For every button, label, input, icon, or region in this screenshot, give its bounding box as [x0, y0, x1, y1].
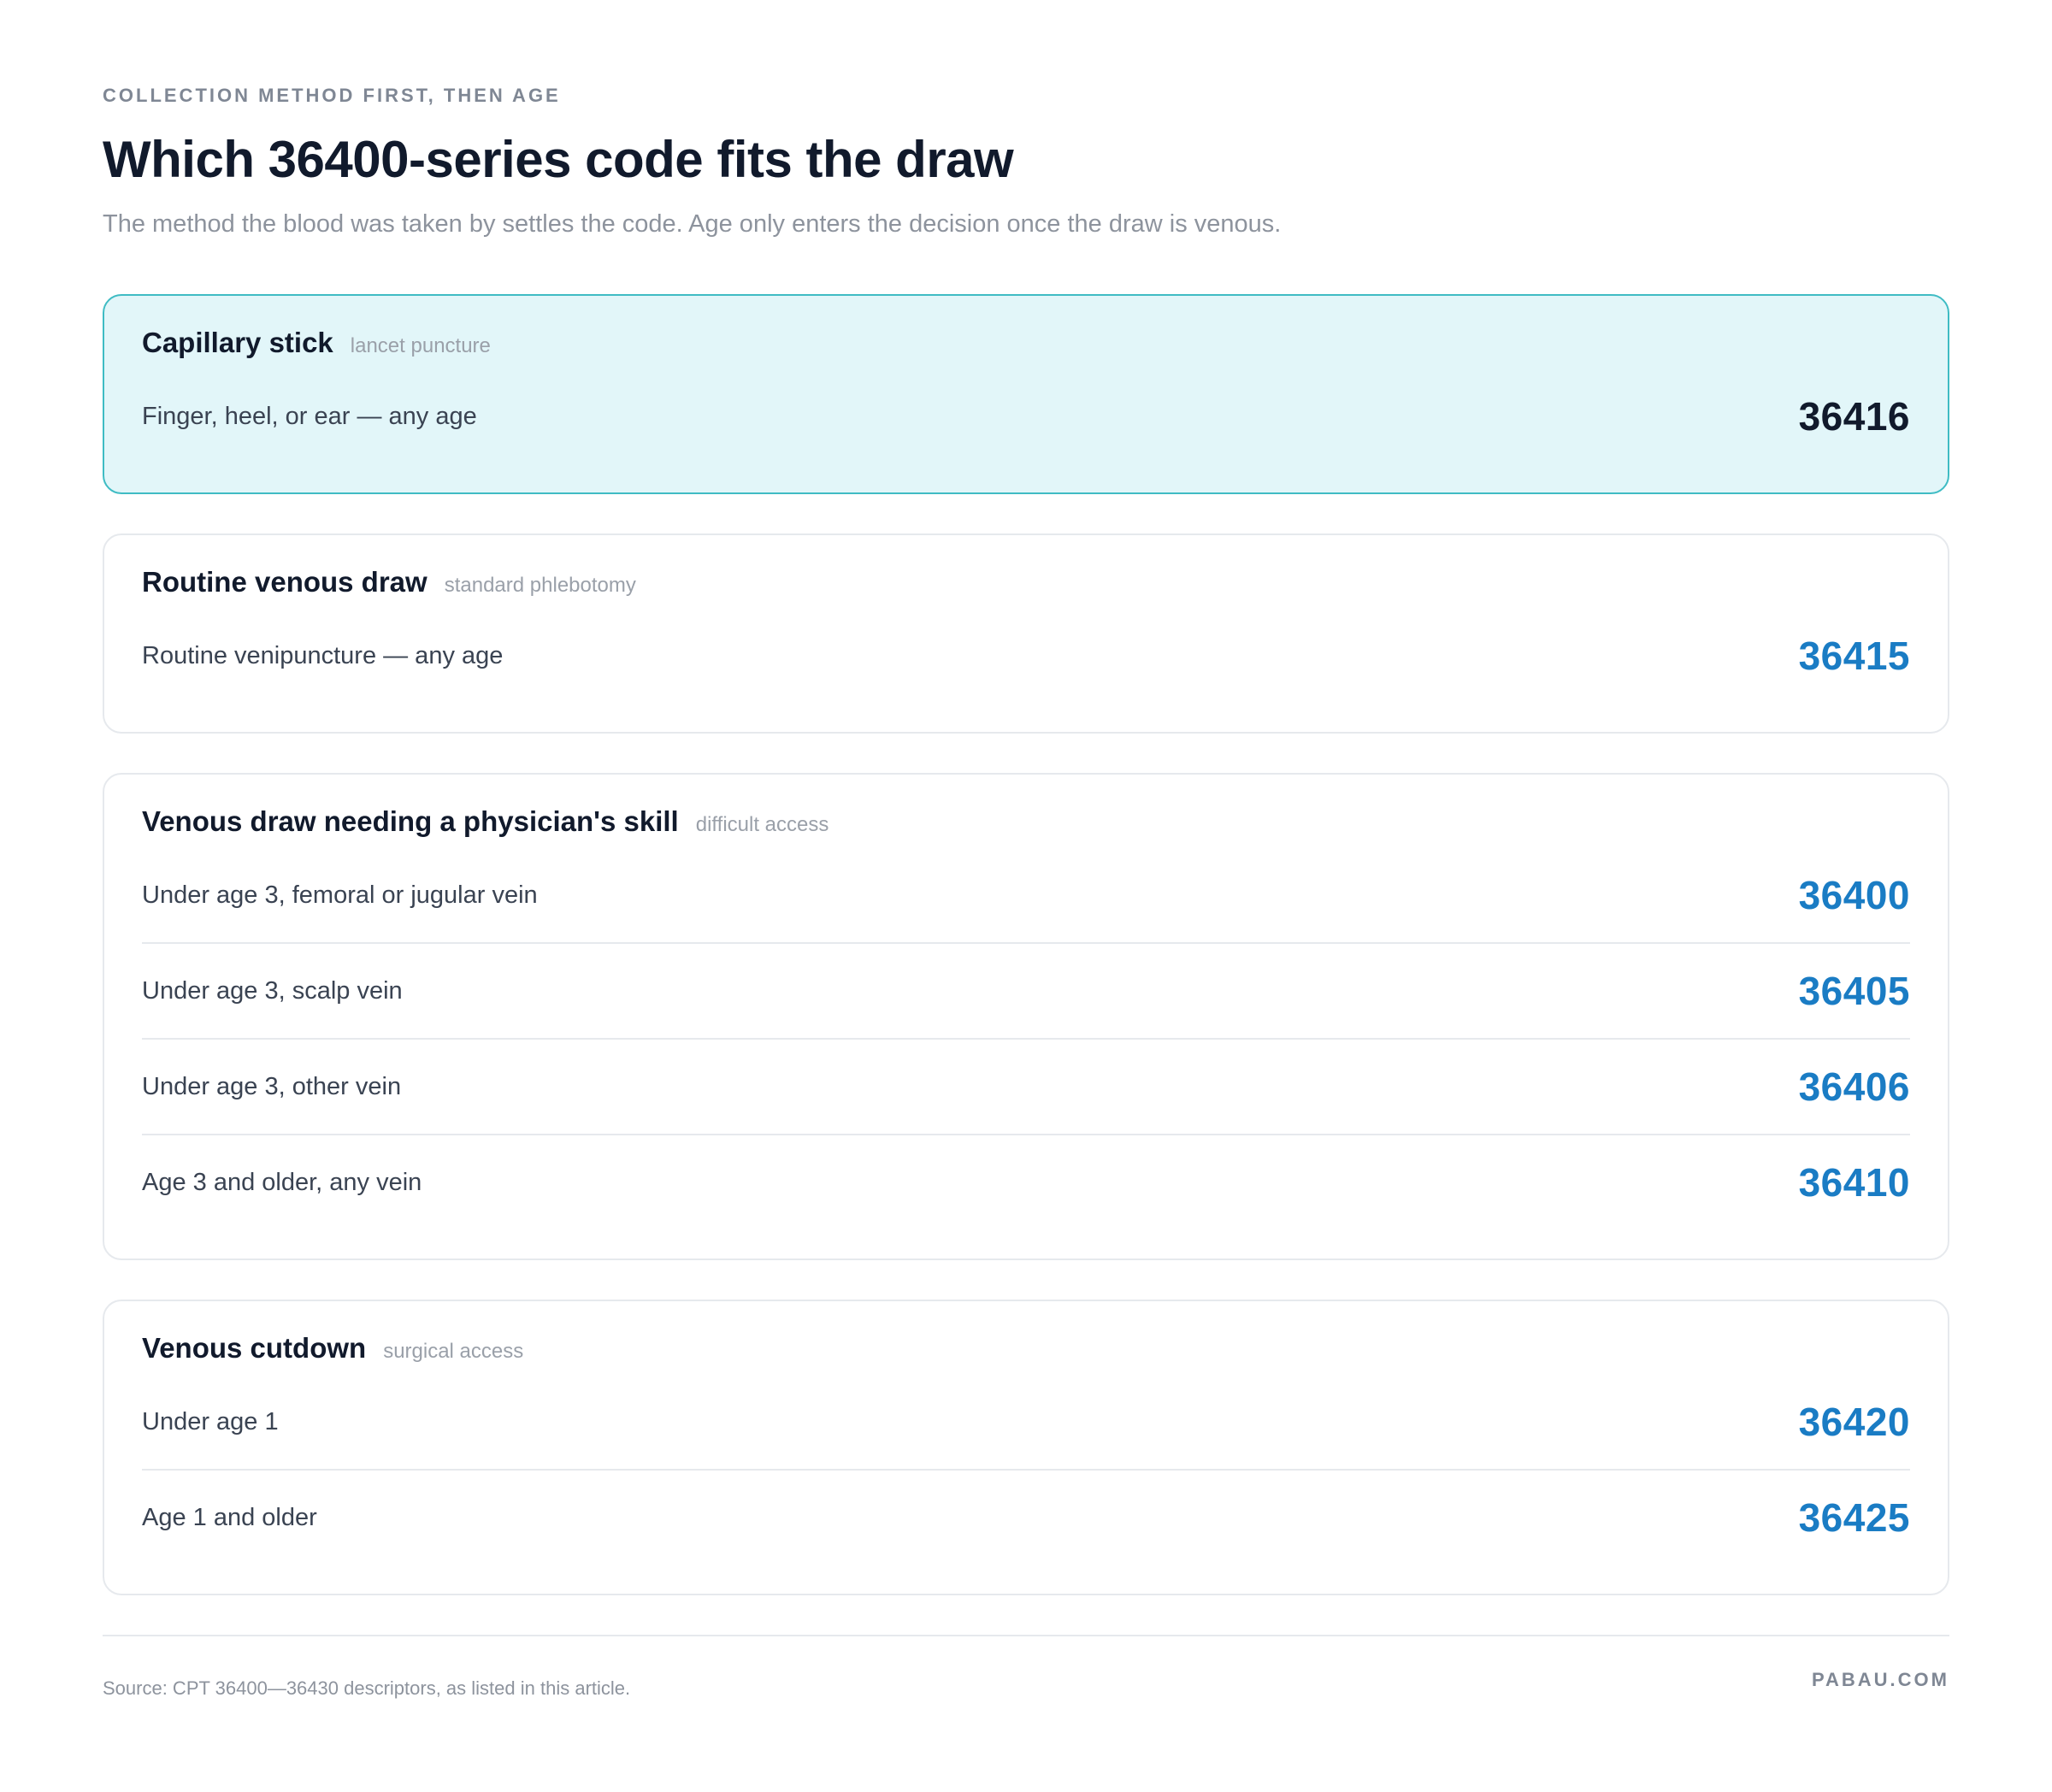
card-header: Capillary stick lancet puncture: [142, 327, 1910, 369]
card-header: Venous cutdown surgical access: [142, 1332, 1910, 1375]
card-tag: lancet puncture: [350, 334, 491, 357]
card-capillary-stick: Capillary stick lancet puncture Finger, …: [103, 294, 1949, 494]
cpt-code: 36406: [1798, 1064, 1910, 1109]
card-title: Capillary stick: [142, 327, 333, 358]
card-tag: standard phlebotomy: [444, 574, 636, 597]
row-label: Under age 1: [142, 1407, 279, 1435]
row-label: Age 3 and older, any vein: [142, 1168, 422, 1196]
cpt-code: 36405: [1798, 969, 1910, 1013]
code-row: Routine venipuncture — any age 36415: [142, 609, 1910, 703]
row-label: Under age 3, scalp vein: [142, 976, 403, 1005]
row-label: Finger, heel, or ear — any age: [142, 402, 477, 430]
code-row: Under age 3, other vein 36406: [142, 1040, 1910, 1135]
cpt-code: 36416: [1798, 394, 1910, 439]
row-label: Under age 3, other vein: [142, 1072, 402, 1100]
cpt-code: 36410: [1798, 1160, 1910, 1205]
code-row: Under age 3, femoral or jugular vein 364…: [142, 848, 1910, 944]
code-row: Age 1 and older 36425: [142, 1471, 1910, 1565]
cpt-code: 36400: [1798, 873, 1910, 917]
row-label: Age 1 and older: [142, 1503, 317, 1531]
card-routine-venous-draw: Routine venous draw standard phlebotomy …: [103, 533, 1949, 734]
page-subtitle: The method the blood was taken by settle…: [103, 210, 1282, 238]
card-header: Routine venous draw standard phlebotomy: [142, 566, 1910, 609]
brand-mark: PABAU.COM: [1811, 1669, 1949, 1690]
cpt-code: 36415: [1798, 634, 1910, 678]
card-title: Routine venous draw: [142, 566, 428, 598]
code-row: Under age 3, scalp vein 36405: [142, 944, 1910, 1040]
code-row: Age 3 and older, any vein 36410: [142, 1135, 1910, 1229]
row-label: Routine venipuncture — any age: [142, 641, 504, 669]
page-title: Which 36400-series code fits the draw: [103, 131, 1014, 188]
footer: Source: CPT 36400—36430 descriptors, as …: [103, 1635, 1949, 1722]
code-row: Finger, heel, or ear — any age 36416: [142, 369, 1910, 463]
card-tag: surgical access: [383, 1340, 524, 1363]
cpt-code: 36425: [1798, 1495, 1910, 1540]
cpt-code: 36420: [1798, 1400, 1910, 1444]
page: COLLECTION METHOD FIRST, THEN AGE Which …: [0, 0, 2052, 1792]
code-row: Under age 1 36420: [142, 1375, 1910, 1471]
eyebrow: COLLECTION METHOD FIRST, THEN AGE: [103, 85, 561, 106]
code-cards: Capillary stick lancet puncture Finger, …: [103, 294, 1949, 1595]
card-venous-cutdown: Venous cutdown surgical access Under age…: [103, 1300, 1949, 1595]
card-header: Venous draw needing a physician's skill …: [142, 805, 1910, 848]
row-label: Under age 3, femoral or jugular vein: [142, 881, 538, 909]
card-title: Venous draw needing a physician's skill: [142, 805, 679, 837]
source-note: Source: CPT 36400—36430 descriptors, as …: [103, 1677, 631, 1699]
card-physician-venous-draw: Venous draw needing a physician's skill …: [103, 773, 1949, 1260]
card-tag: difficult access: [695, 813, 829, 836]
card-title: Venous cutdown: [142, 1332, 367, 1364]
